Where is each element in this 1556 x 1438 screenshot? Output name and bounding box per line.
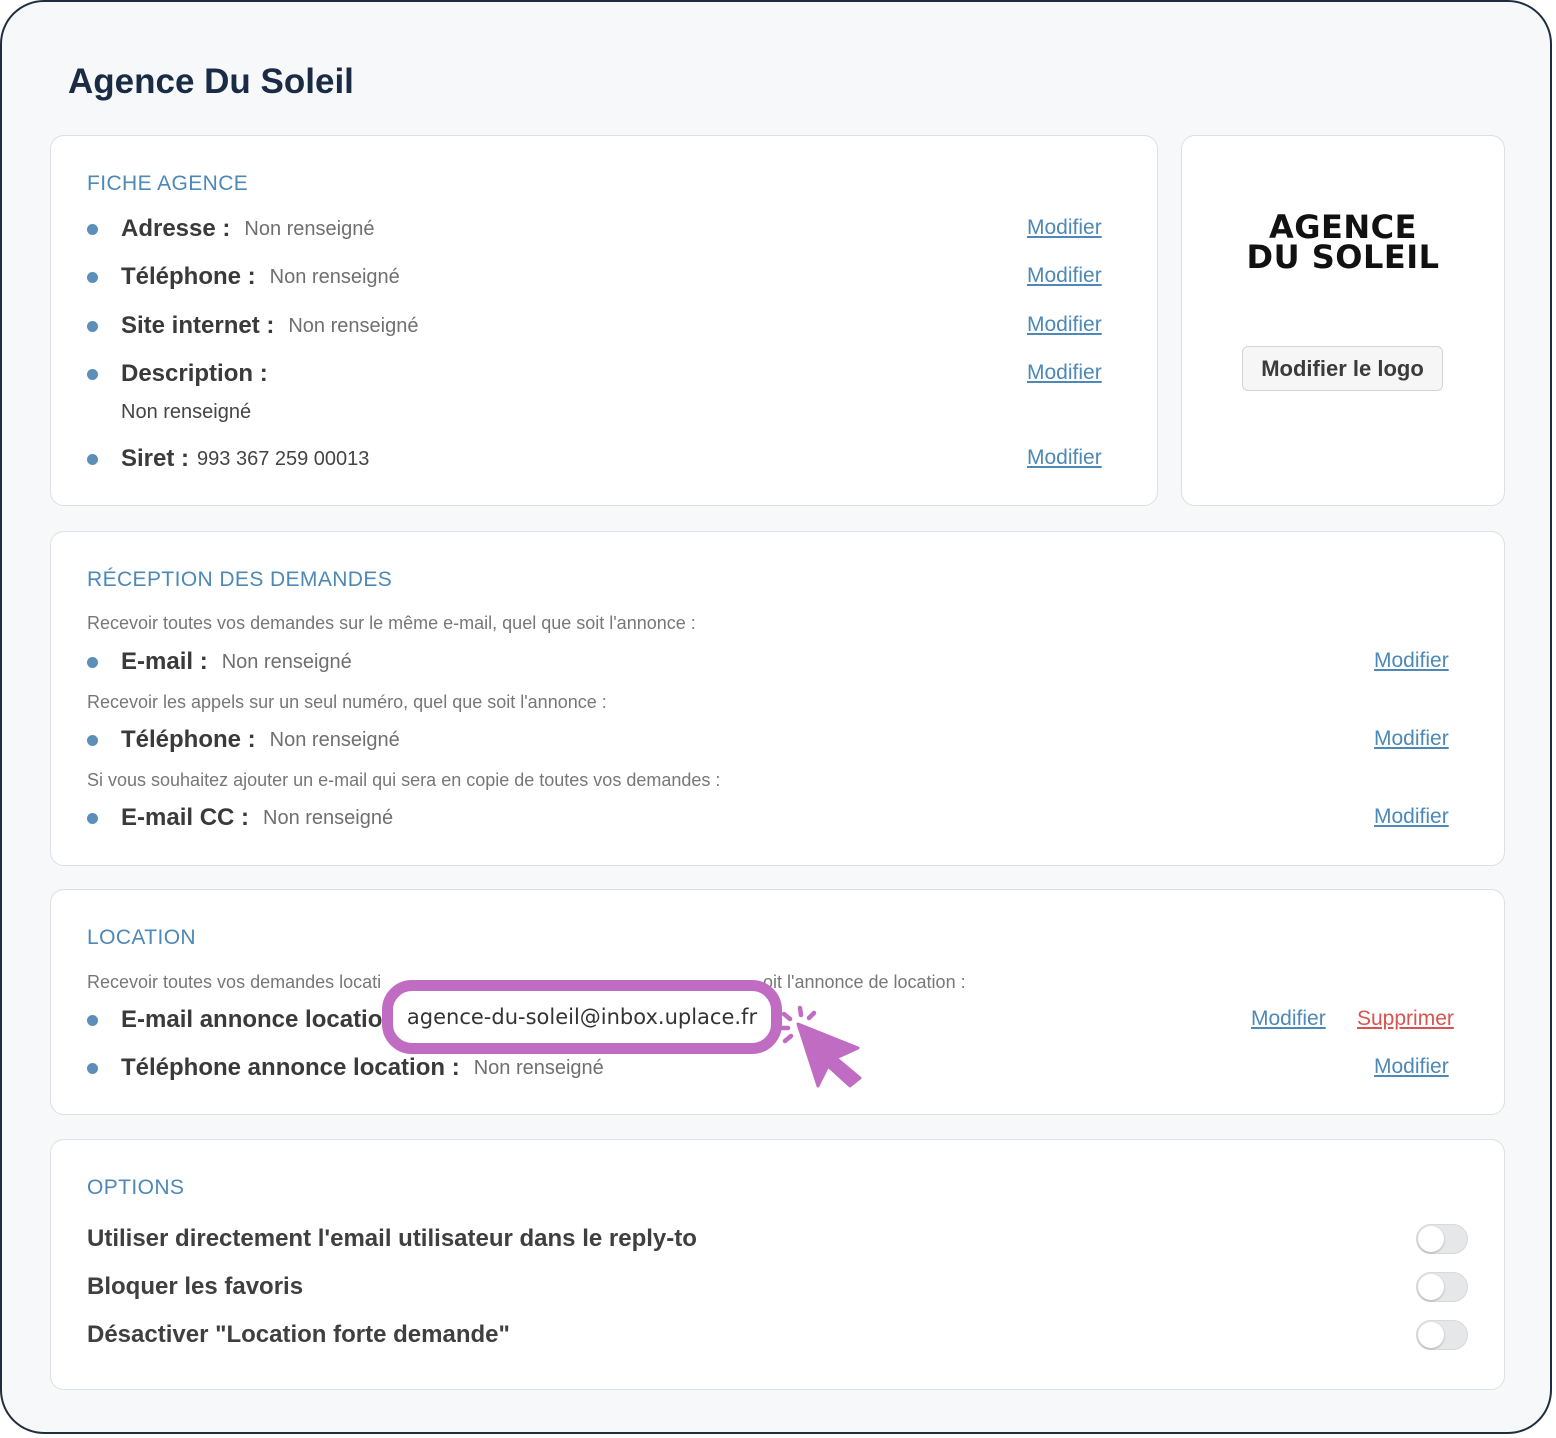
modifier-telephone-link[interactable]: Modifier bbox=[1027, 264, 1102, 288]
fiche-row-description: Description : bbox=[87, 358, 1157, 390]
options-title: OPTIONS bbox=[87, 1176, 185, 1199]
bullet-icon bbox=[87, 1014, 98, 1026]
field-label: Description : bbox=[121, 360, 268, 387]
toggle-knob bbox=[1418, 1274, 1444, 1300]
bullet-icon bbox=[87, 271, 98, 283]
modifier-location-phone-link[interactable]: Modifier bbox=[1374, 1055, 1449, 1079]
field-label: Site internet : bbox=[121, 312, 275, 339]
field-value: Non renseigné bbox=[263, 806, 394, 829]
bullet-icon bbox=[87, 812, 98, 824]
location-hint: Recevoir toutes vos demandes locati bbox=[87, 972, 381, 993]
location-title: LOCATION bbox=[87, 926, 196, 949]
toggle-knob bbox=[1418, 1322, 1444, 1348]
modifier-description-link[interactable]: Modifier bbox=[1027, 361, 1102, 385]
location-hint-left: Recevoir toutes vos demandes locati bbox=[87, 972, 382, 992]
toggle-knob bbox=[1418, 1226, 1444, 1252]
reception-title: RÉCEPTION DES DEMANDES bbox=[87, 568, 393, 591]
fiche-agence-title: FICHE AGENCE bbox=[87, 172, 249, 195]
fiche-row-siret: Siret : 993 367 259 00013 bbox=[87, 443, 1157, 475]
bullet-icon bbox=[87, 656, 98, 668]
modifier-location-email-link[interactable]: Modifier bbox=[1251, 1007, 1326, 1031]
app-window: Agence Du Soleil FICHE AGENCE Adresse : … bbox=[0, 0, 1552, 1434]
location-hint-tail: oit l'annonce de location : bbox=[763, 972, 966, 993]
modifier-siret-link[interactable]: Modifier bbox=[1027, 446, 1102, 470]
page-title: Agence Du Soleil bbox=[68, 62, 354, 101]
field-value: Non renseigné bbox=[244, 217, 375, 240]
fiche-row-telephone: Téléphone : Non renseigné bbox=[87, 261, 1157, 293]
option-favoris-label: Bloquer les favoris bbox=[87, 1273, 304, 1300]
supprimer-location-email-link[interactable]: Supprimer bbox=[1357, 1007, 1454, 1031]
logo-line-2: DU SOLEIL bbox=[1246, 238, 1440, 276]
field-label: E-mail CC : bbox=[121, 804, 250, 831]
field-label: Téléphone annonce location : bbox=[121, 1054, 460, 1081]
reception-row-cc: E-mail CC : Non renseigné bbox=[87, 802, 1504, 834]
option-reply-to-toggle[interactable] bbox=[1416, 1224, 1468, 1254]
bullet-icon bbox=[87, 1062, 98, 1074]
reception-row-phone: Téléphone : Non renseigné bbox=[87, 724, 1504, 756]
reception-card: RÉCEPTION DES DEMANDES Recevoir toutes v… bbox=[50, 531, 1505, 866]
field-label: Téléphone : bbox=[121, 726, 256, 753]
bullet-icon bbox=[87, 734, 98, 746]
field-label: Siret : bbox=[121, 445, 190, 472]
modifier-adresse-link[interactable]: Modifier bbox=[1027, 216, 1102, 240]
field-label: Adresse : bbox=[121, 215, 231, 242]
option-forte-demande-toggle[interactable] bbox=[1416, 1320, 1468, 1350]
bullet-icon bbox=[87, 320, 98, 332]
location-hint-right: oit l'annonce de location : bbox=[763, 972, 966, 992]
reception-phone-hint: Recevoir les appels sur un seul numéro, … bbox=[87, 692, 607, 712]
location-email-highlight[interactable]: agence-du-soleil@inbox.uplace.fr bbox=[382, 980, 782, 1054]
agency-logo: AGENCE DU SOLEIL bbox=[1182, 211, 1504, 276]
reception-cc-hint: Si vous souhaitez ajouter un e-mail qui … bbox=[87, 770, 721, 790]
option-reply-to-label: Utiliser directement l'email utilisateur… bbox=[87, 1225, 697, 1252]
bullet-icon bbox=[87, 368, 98, 380]
option-favoris-toggle[interactable] bbox=[1416, 1272, 1468, 1302]
modifier-reception-cc-link[interactable]: Modifier bbox=[1374, 805, 1449, 829]
field-value: Non renseigné bbox=[473, 1056, 604, 1079]
fiche-agence-card: FICHE AGENCE Adresse : Non renseigné Mod… bbox=[50, 135, 1158, 506]
modifier-site-link[interactable]: Modifier bbox=[1027, 313, 1102, 337]
option-forte-demande-label: Désactiver "Location forte demande" bbox=[87, 1321, 510, 1348]
description-value: Non renseigné bbox=[121, 401, 252, 423]
field-value: Non renseigné bbox=[269, 265, 400, 288]
field-value: Non renseigné bbox=[221, 650, 352, 673]
options-card: OPTIONS Utiliser directement l'email uti… bbox=[50, 1139, 1505, 1390]
modifier-reception-phone-link[interactable]: Modifier bbox=[1374, 727, 1449, 751]
fiche-row-adresse: Adresse : Non renseigné bbox=[87, 213, 1157, 245]
location-email-value: agence-du-soleil@inbox.uplace.fr bbox=[406, 1005, 758, 1029]
field-label: E-mail annonce location bbox=[121, 1006, 398, 1033]
field-value: Non renseigné bbox=[269, 728, 400, 751]
modifier-reception-email-link[interactable]: Modifier bbox=[1374, 649, 1449, 673]
modifier-logo-button[interactable]: Modifier le logo bbox=[1242, 346, 1443, 391]
logo-card: AGENCE DU SOLEIL Modifier le logo bbox=[1181, 135, 1505, 506]
field-value: 993 367 259 00013 bbox=[197, 447, 370, 470]
reception-email-hint: Recevoir toutes vos demandes sur le même… bbox=[87, 613, 696, 633]
pointer-cursor-icon bbox=[778, 1005, 862, 1088]
bullet-icon bbox=[87, 223, 98, 235]
field-value: Non renseigné bbox=[288, 314, 419, 337]
field-label: Téléphone : bbox=[121, 263, 256, 290]
reception-row-email: E-mail : Non renseigné bbox=[87, 646, 1504, 678]
field-label: E-mail : bbox=[121, 648, 208, 675]
fiche-row-site: Site internet : Non renseigné bbox=[87, 310, 1157, 342]
bullet-icon bbox=[87, 453, 98, 465]
